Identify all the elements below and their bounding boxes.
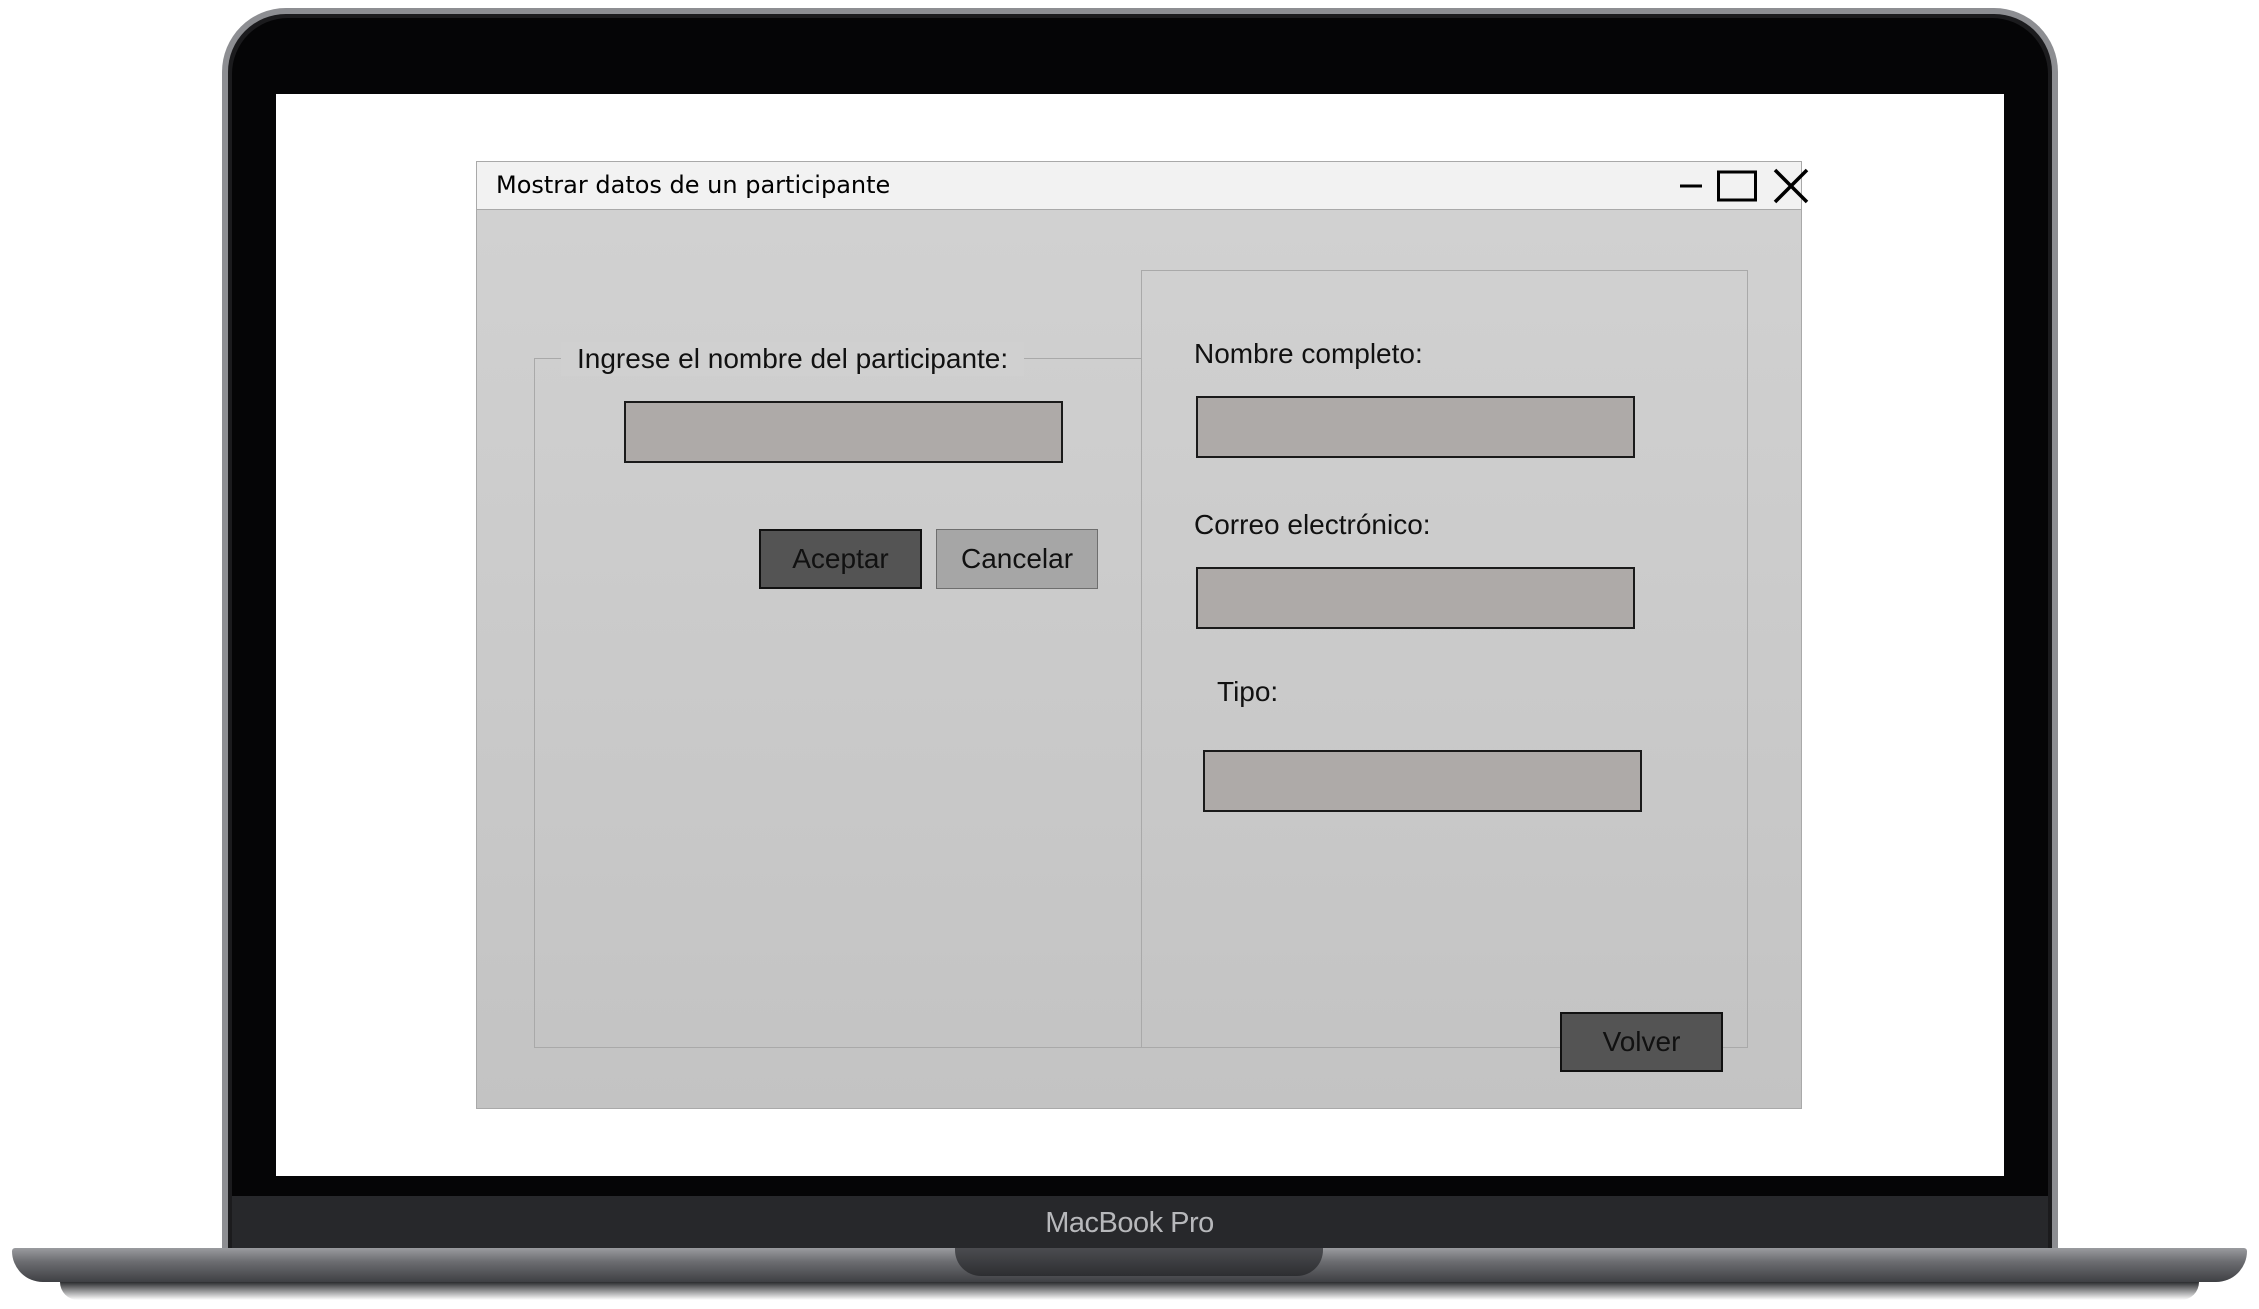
email-label: Correo electrónico: bbox=[1194, 509, 1431, 540]
cancel-button[interactable]: Cancelar bbox=[936, 529, 1098, 589]
window-title: Mostrar datos de un participante bbox=[496, 171, 891, 199]
type-label: Tipo: bbox=[1217, 676, 1279, 707]
maximize-icon bbox=[1717, 170, 1757, 202]
participant-name-input[interactable] bbox=[624, 401, 1063, 463]
close-icon bbox=[1773, 168, 1809, 204]
email-field[interactable] bbox=[1196, 567, 1635, 629]
laptop-base-shadow bbox=[60, 1282, 2199, 1300]
close-button[interactable] bbox=[1771, 168, 1811, 204]
fullname-label: Nombre completo: bbox=[1194, 338, 1423, 369]
search-panel: Ingrese el nombre del participante: Acep… bbox=[534, 342, 1142, 1048]
accept-button-label: Aceptar bbox=[792, 543, 889, 574]
maximize-button[interactable] bbox=[1717, 168, 1757, 204]
back-button[interactable]: Volver bbox=[1560, 1012, 1723, 1072]
cancel-button-label: Cancelar bbox=[960, 543, 1074, 574]
type-field[interactable] bbox=[1203, 750, 1642, 812]
screen: Mostrar datos de un participante Ingrese… bbox=[276, 94, 2004, 1176]
details-panel: Nombre completo: Correo electrónico: Tip… bbox=[1141, 270, 1748, 1048]
search-panel-legend: Ingrese el nombre del participante: bbox=[561, 342, 1025, 376]
laptop-brand-label: MacBook Pro bbox=[1045, 1207, 1214, 1239]
laptop-notch bbox=[955, 1248, 1323, 1276]
title-bar: Mostrar datos de un participante bbox=[477, 162, 1809, 210]
app-window: Mostrar datos de un participante Ingrese… bbox=[476, 161, 1809, 1109]
minimize-button[interactable] bbox=[1671, 168, 1711, 204]
minimize-icon bbox=[1680, 184, 1702, 188]
back-button-label: Volver bbox=[1602, 1026, 1681, 1057]
fullname-field[interactable] bbox=[1196, 396, 1635, 458]
accept-button[interactable]: Aceptar bbox=[759, 529, 922, 589]
